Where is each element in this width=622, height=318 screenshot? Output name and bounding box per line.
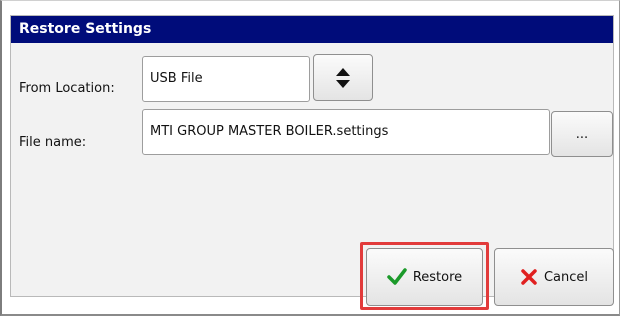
x-mark-icon xyxy=(521,269,537,285)
up-down-arrows-icon xyxy=(336,67,350,88)
from-location-label: From Location: xyxy=(19,81,115,96)
restore-button-highlight xyxy=(360,242,489,310)
file-name-field[interactable]: MTI GROUP MASTER BOILER.settings xyxy=(142,109,550,155)
restore-settings-dialog: Restore Settings From Location: USB File… xyxy=(10,15,614,306)
from-location-field[interactable]: USB File xyxy=(142,56,310,102)
file-name-label: File name: xyxy=(19,135,87,150)
cancel-button-label: Cancel xyxy=(543,269,589,285)
dialog-title: Restore Settings xyxy=(11,16,613,43)
cancel-button[interactable]: Cancel xyxy=(494,248,614,306)
location-select-button[interactable] xyxy=(313,54,373,101)
browse-button[interactable]: ... xyxy=(551,111,613,157)
browse-button-label: ... xyxy=(575,126,589,142)
